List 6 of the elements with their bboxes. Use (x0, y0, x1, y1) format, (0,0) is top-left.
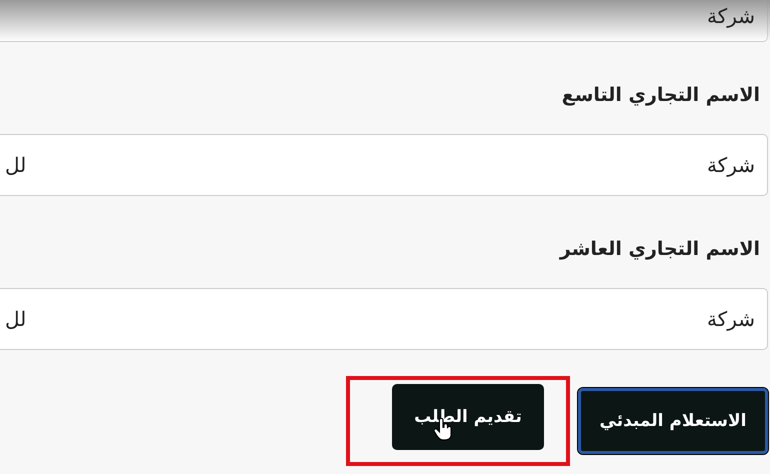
submit-button[interactable]: تقديم الطلب (392, 384, 544, 450)
inquiry-button[interactable]: الاستعلام المبدئي (578, 388, 768, 454)
text-field[interactable]: شركة لل (0, 288, 768, 350)
text-field[interactable]: شركة لل (0, 134, 768, 196)
field-label: الاسم التجاري التاسع (560, 83, 760, 108)
field-label: الاسم التجاري العاشر (558, 237, 760, 262)
